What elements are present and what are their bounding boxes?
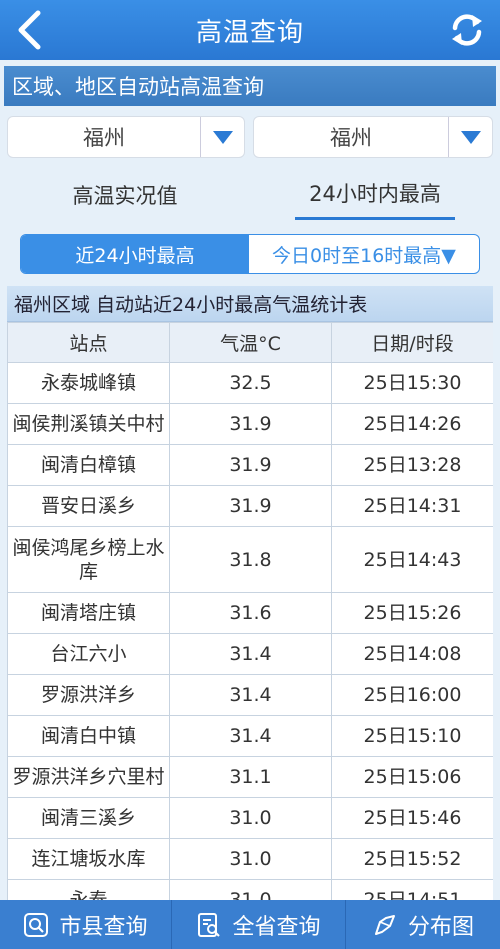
back-button[interactable] — [6, 6, 52, 54]
region-select-left[interactable]: 福州 — [7, 116, 245, 158]
cell-temp: 31.0 — [169, 838, 332, 880]
table-row: 闽清白中镇 31.4 25日15:10 — [7, 715, 493, 757]
cell-station: 闽清白中镇 — [7, 715, 170, 757]
table-row: 闽清白樟镇 31.9 25日13:28 — [7, 444, 493, 486]
table-row: 罗源洪洋乡穴里村 31.1 25日15:06 — [7, 756, 493, 798]
table-row: 闽侯鸿尾乡榜上水库 31.8 25日14:43 — [7, 526, 493, 593]
nav-province-query[interactable]: 全省查询 — [172, 900, 346, 949]
table-row: 闽清三溪乡 31.0 25日15:46 — [7, 797, 493, 839]
document-search-icon — [198, 912, 221, 937]
cell-time: 25日14:08 — [331, 633, 493, 675]
tab-24h-max[interactable]: 24小时内最高 — [250, 172, 500, 222]
cell-time: 25日15:06 — [331, 756, 493, 798]
cell-station: 闽清三溪乡 — [7, 797, 170, 839]
cell-time: 25日15:30 — [331, 362, 493, 404]
table-row: 永泰 31.0 25日14:51 — [7, 879, 493, 900]
cell-time: 25日13:28 — [331, 444, 493, 486]
table-row: 闽清塔庄镇 31.6 25日15:26 — [7, 592, 493, 634]
cell-time: 25日15:26 — [331, 592, 493, 634]
cell-temp: 31.8 — [169, 526, 332, 593]
cell-station: 连江塘坂水库 — [7, 838, 170, 880]
search-icon — [24, 912, 49, 937]
table-title: 福州区域 自动站近24小时最高气温统计表 — [7, 286, 493, 322]
table-row: 罗源洪洋乡 31.4 25日16:00 — [7, 674, 493, 716]
cell-time: 25日15:10 — [331, 715, 493, 757]
nav-distribution-map[interactable]: 分布图 — [346, 900, 500, 949]
bottom-nav: 市县查询 全省查询 分布图 — [0, 900, 500, 949]
nav-city-query[interactable]: 市县查询 — [0, 900, 172, 949]
page-title: 高温查询 — [195, 17, 304, 48]
cell-temp: 31.6 — [169, 592, 332, 634]
stats-table-container[interactable]: 福州区域 自动站近24小时最高气温统计表 站点 气温°C 日期/时段 永泰城峰镇… — [7, 286, 493, 900]
tab-bar: 高温实况值 24小时内最高 — [0, 172, 500, 222]
table-row: 闽侯荆溪镇关中村 31.9 25日14:26 — [7, 403, 493, 445]
region-select-left-value: 福州 — [83, 126, 125, 150]
table-row: 晋安日溪乡 31.9 25日14:31 — [7, 485, 493, 527]
cell-time: 25日15:46 — [331, 797, 493, 839]
tab-realtime[interactable]: 高温实况值 — [0, 172, 250, 222]
cell-temp: 31.4 — [169, 715, 332, 757]
cell-station: 罗源洪洋乡穴里村 — [7, 756, 170, 798]
cell-time: 25日14:26 — [331, 403, 493, 445]
region-select-right[interactable]: 福州 — [253, 116, 493, 158]
refresh-icon — [452, 14, 482, 46]
cell-temp: 31.9 — [169, 444, 332, 486]
table-header-row: 站点 气温°C 日期/时段 — [7, 322, 493, 363]
section-title: 区域、地区自动站高温查询 — [4, 66, 496, 106]
dropdown-arrow[interactable] — [448, 117, 492, 157]
cell-temp: 31.0 — [169, 879, 332, 900]
cell-time: 25日15:52 — [331, 838, 493, 880]
segment-today-0-16[interactable]: 今日0时至16时最高▼ — [249, 235, 479, 273]
cell-station: 晋安日溪乡 — [7, 485, 170, 527]
cell-station: 闽侯荆溪镇关中村 — [7, 403, 170, 445]
cell-temp: 31.1 — [169, 756, 332, 798]
cell-time: 25日14:31 — [331, 485, 493, 527]
region-select-right-value: 福州 — [330, 126, 372, 150]
cell-station: 闽清白樟镇 — [7, 444, 170, 486]
column-header-time: 日期/时段 — [331, 322, 493, 363]
app-header: 高温查询 — [0, 0, 500, 60]
table-row: 永泰城峰镇 32.5 25日15:30 — [7, 362, 493, 404]
cell-station: 台江六小 — [7, 633, 170, 675]
cell-time: 25日16:00 — [331, 674, 493, 716]
cell-temp: 31.4 — [169, 674, 332, 716]
cell-time: 25日14:43 — [331, 526, 493, 593]
chevron-left-icon — [18, 10, 41, 50]
cell-temp: 31.0 — [169, 797, 332, 839]
column-header-station: 站点 — [7, 322, 170, 363]
segment-last-24h[interactable]: 近24小时最高 — [21, 235, 249, 273]
triangle-down-icon — [212, 130, 233, 144]
dropdown-arrow[interactable] — [200, 117, 244, 157]
column-header-temp: 气温°C — [169, 322, 332, 363]
table-row: 台江六小 31.4 25日14:08 — [7, 633, 493, 675]
table-row: 连江塘坂水库 31.0 25日15:52 — [7, 838, 493, 880]
triangle-down-icon — [460, 130, 481, 144]
cell-temp: 32.5 — [169, 362, 332, 404]
refresh-button[interactable] — [444, 6, 490, 54]
map-icon — [374, 914, 395, 935]
cell-temp: 31.9 — [169, 403, 332, 445]
cell-temp: 31.4 — [169, 633, 332, 675]
cell-station: 永泰城峰镇 — [7, 362, 170, 404]
cell-station: 闽清塔庄镇 — [7, 592, 170, 634]
cell-temp: 31.9 — [169, 485, 332, 527]
cell-station: 罗源洪洋乡 — [7, 674, 170, 716]
time-range-segment: 近24小时最高 今日0时至16时最高▼ — [20, 234, 480, 274]
cell-station: 永泰 — [7, 879, 170, 900]
cell-time: 25日14:51 — [331, 879, 493, 900]
cell-station: 闽侯鸿尾乡榜上水库 — [7, 526, 170, 593]
stats-table: 站点 气温°C 日期/时段 永泰城峰镇 32.5 25日15:30 闽侯荆溪镇关中村 3… — [7, 322, 493, 900]
